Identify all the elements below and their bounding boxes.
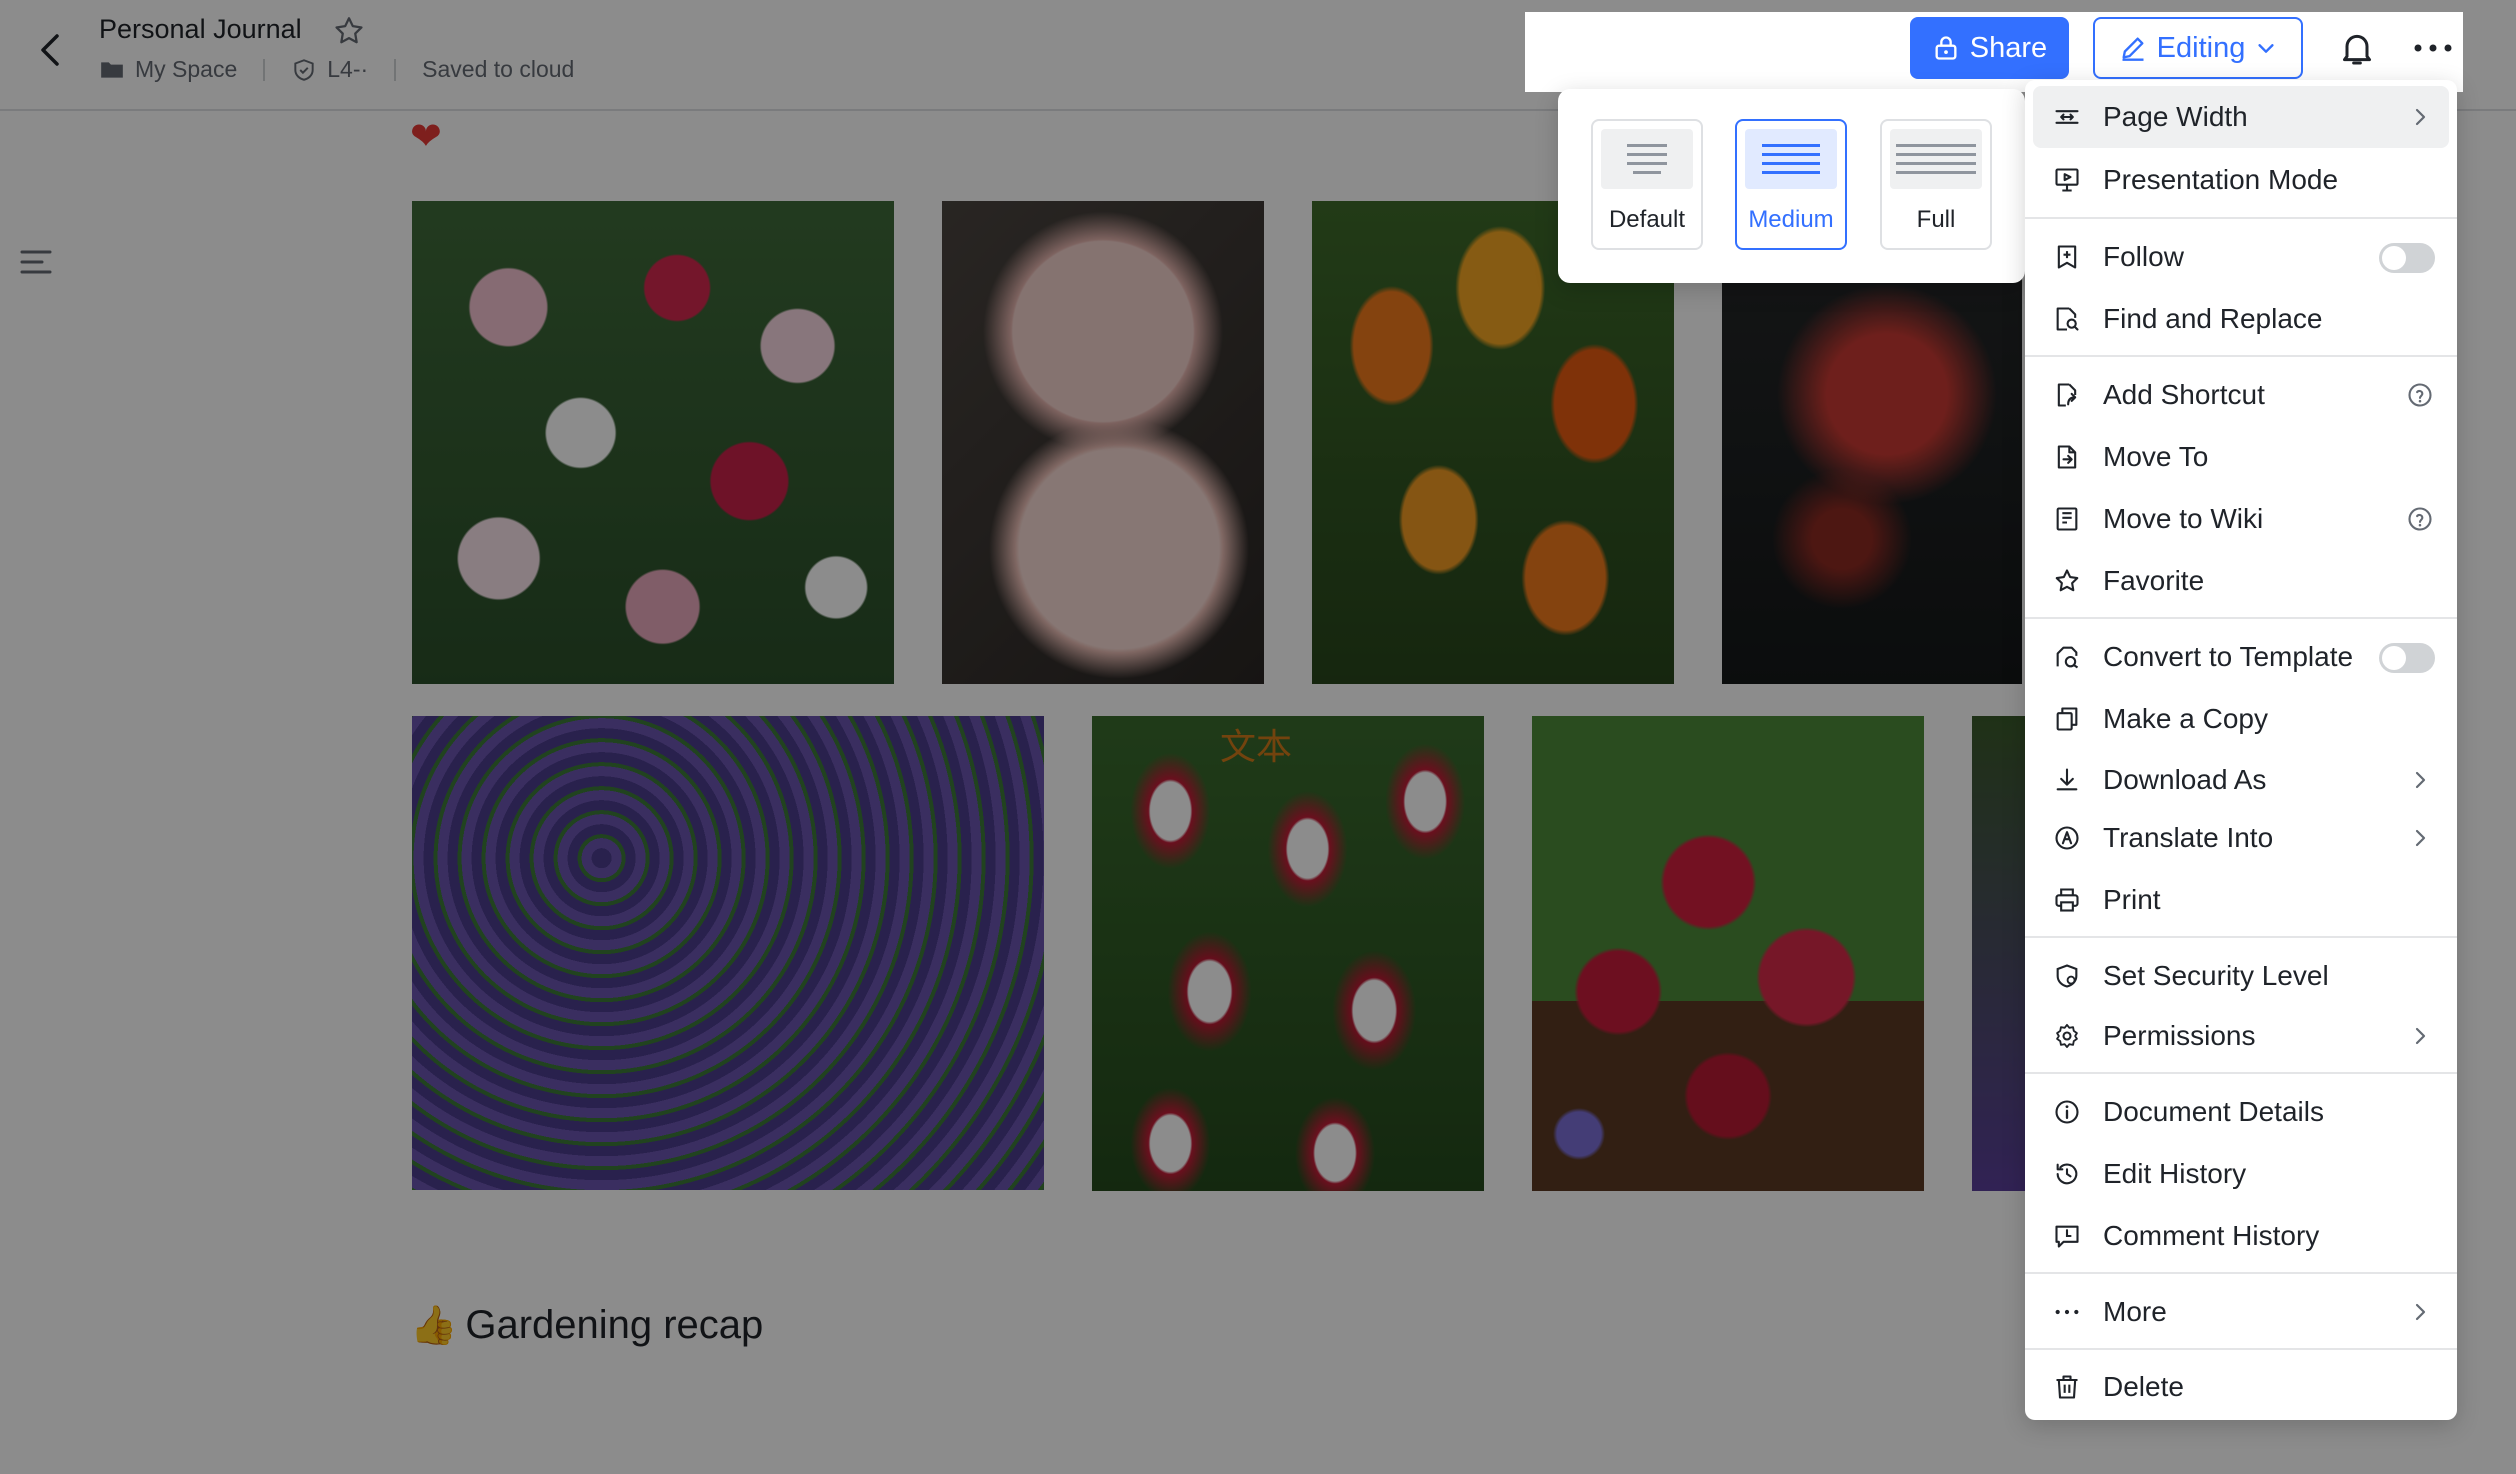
menu-divider <box>2025 617 2457 619</box>
menu-item-label: Presentation Mode <box>2103 164 2339 195</box>
menu-add-shortcut[interactable]: Add Shortcut <box>2033 364 2449 426</box>
page-width-option-label: Full <box>1916 206 1956 233</box>
chevron-right-icon <box>2405 1021 2435 1051</box>
more-actions-button[interactable] <box>2410 28 2456 68</box>
menu-translate-into[interactable]: Translate Into <box>2033 807 2449 869</box>
menu-move-to-wiki[interactable]: Move to Wiki <box>2033 488 2449 550</box>
menu-item-label: Make a Copy <box>2103 703 2268 734</box>
star-icon <box>2053 567 2081 595</box>
security-icon <box>2053 962 2081 990</box>
menu-edit-history[interactable]: Edit History <box>2033 1143 2449 1205</box>
menu-presentation-mode[interactable]: Presentation Mode <box>2033 149 2449 211</box>
chevron-right-icon <box>2405 823 2435 853</box>
copy-icon <box>2053 705 2081 733</box>
menu-follow[interactable]: Follow <box>2033 226 2449 288</box>
template-toggle[interactable] <box>2379 643 2435 673</box>
chevron-right-icon <box>2405 1297 2435 1327</box>
ellipsis-icon <box>2414 44 2452 52</box>
pencil-icon <box>2122 37 2144 61</box>
menu-divider <box>2025 1272 2457 1274</box>
editing-label: Editing <box>2156 31 2246 64</box>
share-button[interactable]: Share <box>1910 17 2069 79</box>
bell-icon[interactable] <box>2337 28 2377 68</box>
menu-favorite[interactable]: Favorite <box>2033 550 2449 612</box>
print-icon <box>2053 886 2081 914</box>
menu-divider <box>2025 1348 2457 1350</box>
menu-divider <box>2025 1072 2457 1074</box>
move-icon <box>2053 443 2081 471</box>
menu-delete[interactable]: Delete <box>2033 1356 2449 1418</box>
page-width-icon <box>2053 103 2081 131</box>
menu-item-label: Edit History <box>2103 1158 2247 1189</box>
page-width-option-label: Default <box>1608 206 1686 233</box>
menu-more[interactable]: More <box>2033 1281 2449 1343</box>
menu-item-label: Delete <box>2103 1371 2184 1402</box>
menu-print[interactable]: Print <box>2033 869 2449 931</box>
page-width-default[interactable]: Default <box>1591 119 1703 250</box>
template-icon <box>2053 643 2081 671</box>
comment-icon <box>2053 1222 2081 1250</box>
more-icon <box>2053 1298 2081 1326</box>
editing-mode-button[interactable]: Editing <box>2093 17 2303 79</box>
lock-icon <box>1935 36 1957 60</box>
menu-item-label: Convert to Template <box>2103 641 2354 672</box>
menu-permissions[interactable]: Permissions <box>2033 1005 2449 1067</box>
menu-comment-history[interactable]: Comment History <box>2033 1205 2449 1267</box>
wiki-icon <box>2053 505 2081 533</box>
menu-convert-template[interactable]: Convert to Template <box>2033 626 2449 688</box>
page-width-option-label: Medium <box>1748 206 1834 233</box>
menu-item-label: Move to Wiki <box>2103 503 2264 534</box>
menu-item-label: Favorite <box>2103 565 2205 596</box>
page-width-submenu: Default Medium Full <box>1558 89 2025 283</box>
menu-item-label: Find and Replace <box>2103 303 2323 334</box>
help-icon[interactable] <box>2405 504 2435 534</box>
menu-divider <box>2025 217 2457 219</box>
menu-page-width[interactable]: Page Width <box>2033 86 2449 148</box>
page-width-medium[interactable]: Medium <box>1735 119 1847 250</box>
medium-width-preview <box>1745 129 1837 189</box>
menu-item-label: Document Details <box>2103 1096 2324 1127</box>
menu-divider <box>2025 355 2457 357</box>
menu-document-details[interactable]: Document Details <box>2033 1081 2449 1143</box>
more-menu: Page Width Presentation Mode Follow Find… <box>2025 80 2457 1420</box>
shortcut-icon <box>2053 381 2081 409</box>
menu-item-label: Translate Into <box>2103 822 2274 853</box>
menu-find-replace[interactable]: Find and Replace <box>2033 288 2449 350</box>
info-icon <box>2053 1098 2081 1126</box>
chevron-right-icon <box>2405 102 2435 132</box>
chevron-down-icon <box>2258 44 2274 53</box>
help-icon[interactable] <box>2405 380 2435 410</box>
menu-item-label: Print <box>2103 884 2161 915</box>
menu-item-label: Follow <box>2103 241 2184 272</box>
menu-item-label: Page Width <box>2103 101 2248 132</box>
full-width-preview <box>1890 129 1982 189</box>
follow-icon <box>2053 243 2081 271</box>
menu-item-label: Set Security Level <box>2103 960 2329 991</box>
permissions-icon <box>2053 1022 2081 1050</box>
default-width-preview <box>1601 129 1693 189</box>
menu-set-security-level[interactable]: Set Security Level <box>2033 945 2449 1007</box>
menu-item-label: Comment History <box>2103 1220 2320 1251</box>
chevron-right-icon <box>2405 765 2435 795</box>
menu-download-as[interactable]: Download As <box>2033 749 2449 811</box>
download-icon <box>2053 766 2081 794</box>
trash-icon <box>2053 1373 2081 1401</box>
menu-item-label: Add Shortcut <box>2103 379 2265 410</box>
history-icon <box>2053 1160 2081 1188</box>
find-replace-icon <box>2053 305 2081 333</box>
translate-icon <box>2053 824 2081 852</box>
menu-move-to[interactable]: Move To <box>2033 426 2449 488</box>
follow-toggle[interactable] <box>2379 243 2435 273</box>
presentation-icon <box>2053 166 2081 194</box>
menu-make-copy[interactable]: Make a Copy <box>2033 688 2449 750</box>
menu-item-label: Permissions <box>2103 1020 2256 1051</box>
share-label: Share <box>1969 31 2048 64</box>
menu-item-label: Move To <box>2103 441 2209 472</box>
menu-divider <box>2025 936 2457 938</box>
page-width-full[interactable]: Full <box>1880 119 1992 250</box>
menu-item-label: More <box>2103 1296 2167 1327</box>
menu-item-label: Download As <box>2103 764 2267 795</box>
